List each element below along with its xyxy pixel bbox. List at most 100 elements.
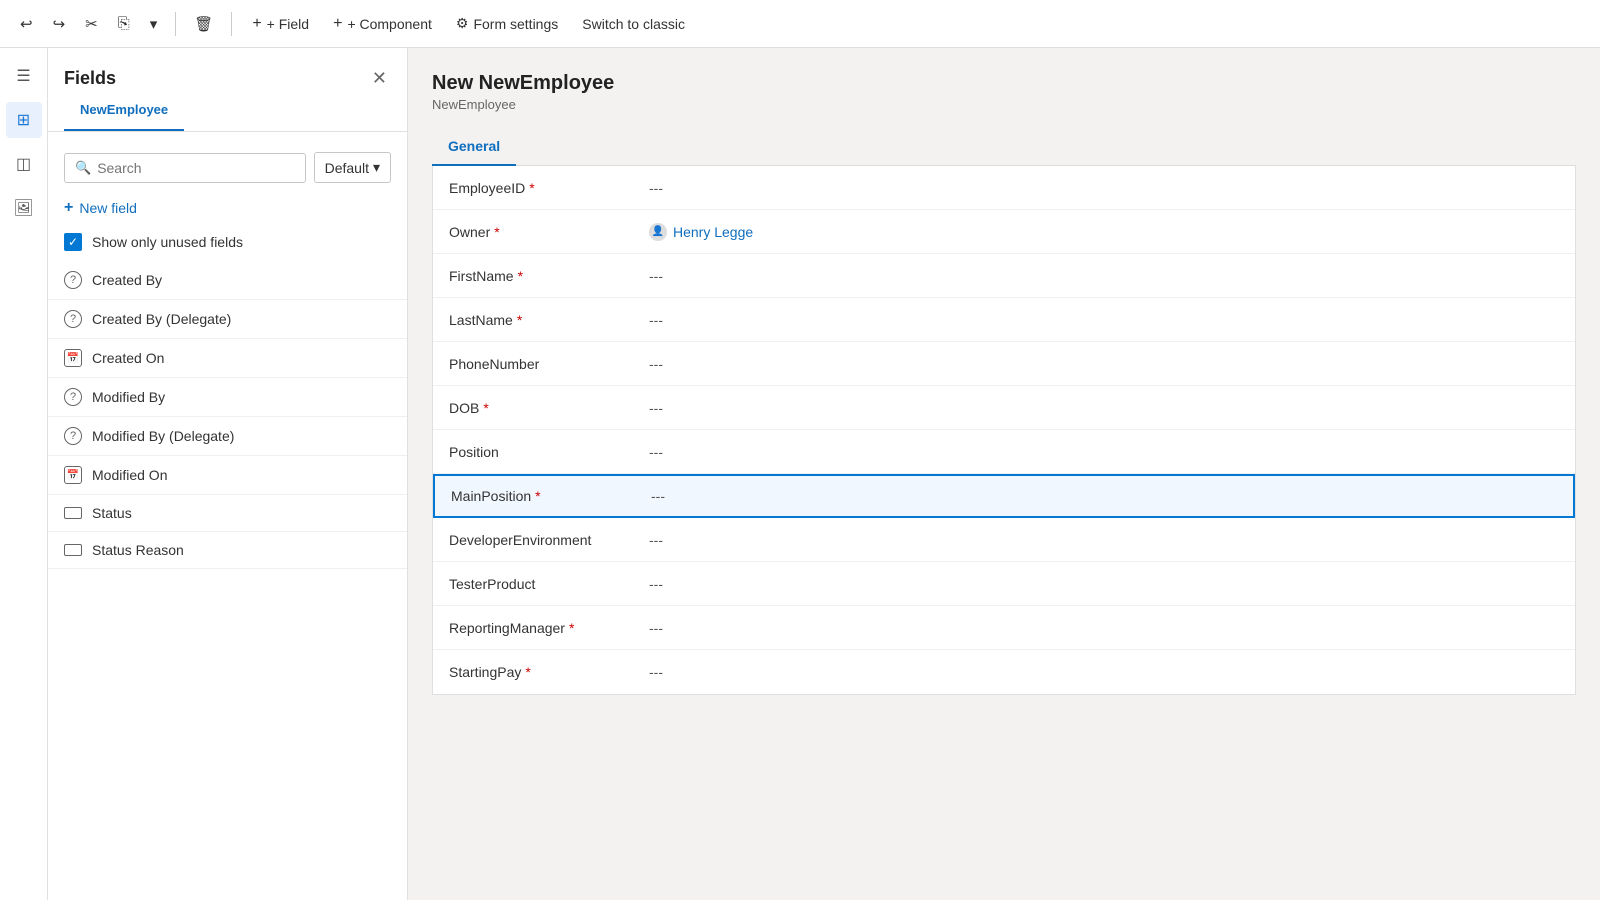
form-row-phonenumber[interactable]: PhoneNumber ---: [433, 342, 1575, 386]
required-star-startingpay: *: [525, 664, 530, 680]
undo-button[interactable]: ↩: [12, 9, 41, 39]
toolbar-divider-1: [175, 12, 176, 36]
field-item-created-on[interactable]: 📅 Created On: [48, 339, 407, 378]
search-icon: 🔍: [75, 160, 91, 176]
field-value-lastname: ---: [649, 312, 663, 328]
fields-grid-icon: ⊞: [17, 110, 30, 130]
switch-classic-button[interactable]: Switch to classic: [572, 10, 695, 38]
field-label-firstname: FirstName*: [449, 268, 649, 284]
field-label-testerproduct: TesterProduct: [449, 576, 649, 592]
field-item-created-by-delegate[interactable]: ? Created By (Delegate): [48, 300, 407, 339]
redo-button[interactable]: ↪: [45, 9, 74, 39]
tab-general[interactable]: General: [432, 128, 516, 166]
field-label-created-on: Created On: [92, 350, 164, 366]
field-item-modified-on[interactable]: 📅 Modified On: [48, 456, 407, 495]
field-icon-question-4: ?: [64, 427, 82, 445]
search-box[interactable]: 🔍: [64, 153, 306, 183]
field-value-dob: ---: [649, 400, 663, 416]
field-label-modified-by-delegate: Modified By (Delegate): [92, 428, 234, 444]
form-row-startingpay[interactable]: StartingPay* ---: [433, 650, 1575, 694]
required-star: *: [529, 180, 534, 196]
field-value-developerenvironment: ---: [649, 532, 663, 548]
required-star-firstname: *: [518, 268, 523, 284]
tab-general-label: General: [448, 138, 500, 154]
field-label-status-reason: Status Reason: [92, 542, 184, 558]
form-row-mainposition[interactable]: MainPosition* ---: [433, 474, 1575, 518]
unused-fields-checkbox[interactable]: [64, 233, 82, 251]
form-row-firstname[interactable]: FirstName* ---: [433, 254, 1575, 298]
field-value-reportingmanager: ---: [649, 620, 663, 636]
default-dropdown-button[interactable]: Default ▾: [314, 152, 391, 183]
tree-view-icon-button[interactable]: 🖼: [6, 190, 42, 226]
field-label-position: Position: [449, 444, 649, 460]
field-icon-question-3: ?: [64, 388, 82, 406]
form-row-dob[interactable]: DOB* ---: [433, 386, 1575, 430]
field-label-status: Status: [92, 505, 132, 521]
form-settings-label: Form settings: [473, 16, 558, 32]
form-row-testerproduct[interactable]: TesterProduct ---: [433, 562, 1575, 606]
field-item-created-by[interactable]: ? Created By: [48, 261, 407, 300]
form-title: New NewEmployee: [432, 72, 1576, 95]
plus-icon: +: [252, 15, 261, 33]
required-star-lastname: *: [517, 312, 522, 328]
field-label-developerenvironment: DeveloperEnvironment: [449, 532, 649, 548]
field-label-startingpay: StartingPay*: [449, 664, 649, 680]
field-value-mainposition: ---: [651, 488, 665, 504]
field-item-modified-by[interactable]: ? Modified By: [48, 378, 407, 417]
form-row-lastname[interactable]: LastName* ---: [433, 298, 1575, 342]
field-item-status[interactable]: Status: [48, 495, 407, 532]
field-item-modified-by-delegate[interactable]: ? Modified By (Delegate): [48, 417, 407, 456]
field-label-created-by: Created By: [92, 272, 162, 288]
form-row-developerenvironment[interactable]: DeveloperEnvironment ---: [433, 518, 1575, 562]
add-component-button[interactable]: + + Component: [323, 9, 442, 39]
required-star-owner: *: [494, 224, 499, 240]
field-label-owner: Owner*: [449, 224, 649, 240]
delete-button[interactable]: 🗑: [186, 9, 221, 39]
toggle-row[interactable]: Show only unused fields: [48, 223, 407, 261]
components-icon: ◫: [16, 154, 31, 174]
menu-icon-button[interactable]: ☰: [6, 58, 42, 94]
field-value-employeeid: ---: [649, 180, 663, 196]
form-settings-button[interactable]: ⚙ Form settings: [446, 9, 568, 38]
fields-close-button[interactable]: ✕: [368, 64, 391, 93]
field-value-testerproduct: ---: [649, 576, 663, 592]
field-value-phonenumber: ---: [649, 356, 663, 372]
field-list: ? Created By ? Created By (Delegate) 📅 C…: [48, 261, 407, 900]
field-label-mainposition: MainPosition*: [451, 488, 651, 504]
field-icon-rect-2: [64, 544, 82, 556]
field-icon-rect: [64, 507, 82, 519]
chevron-down-icon: ▾: [373, 159, 380, 176]
field-icon-calendar: 📅: [64, 349, 82, 367]
components-icon-button[interactable]: ◫: [6, 146, 42, 182]
cut-button[interactable]: ✂: [77, 9, 106, 39]
dropdown-label: Default: [325, 160, 369, 176]
field-label-modified-by: Modified By: [92, 389, 165, 405]
form-row-position[interactable]: Position ---: [433, 430, 1575, 474]
fields-panel-title: Fields: [64, 68, 116, 89]
field-item-status-reason[interactable]: Status Reason: [48, 532, 407, 569]
menu-icon: ☰: [16, 66, 30, 86]
form-area: New NewEmployee NewEmployee General Empl…: [408, 48, 1600, 900]
field-icon-question: ?: [64, 271, 82, 289]
form-row-reportingmanager[interactable]: ReportingManager* ---: [433, 606, 1575, 650]
search-input[interactable]: [97, 160, 294, 176]
field-label-reportingmanager: ReportingManager*: [449, 620, 649, 636]
owner-avatar: 👤: [649, 223, 667, 241]
new-field-plus-icon: +: [64, 199, 73, 217]
copy-dropdown-button[interactable]: ▾: [142, 9, 166, 39]
form-tabs: General: [432, 128, 1576, 166]
add-field-button[interactable]: + + Field: [242, 9, 319, 39]
form-row-owner[interactable]: Owner* 👤 Henry Legge: [433, 210, 1575, 254]
add-component-label: + Component: [347, 16, 431, 32]
plus-icon-2: +: [333, 15, 342, 33]
new-field-row[interactable]: + New field: [48, 193, 407, 223]
main-layout: ☰ ⊞ ◫ 🖼 Fields ✕ NewEmployee 🔍 Default: [0, 48, 1600, 900]
field-label-modified-on: Modified On: [92, 467, 167, 483]
required-star-mainposition: *: [535, 488, 540, 504]
field-value-startingpay: ---: [649, 664, 663, 680]
field-icon-calendar-2: 📅: [64, 466, 82, 484]
field-label-dob: DOB*: [449, 400, 649, 416]
form-row-employeeid[interactable]: EmployeeID* ---: [433, 166, 1575, 210]
copy-button[interactable]: ⎘: [110, 9, 138, 38]
fields-icon-button[interactable]: ⊞: [6, 102, 42, 138]
